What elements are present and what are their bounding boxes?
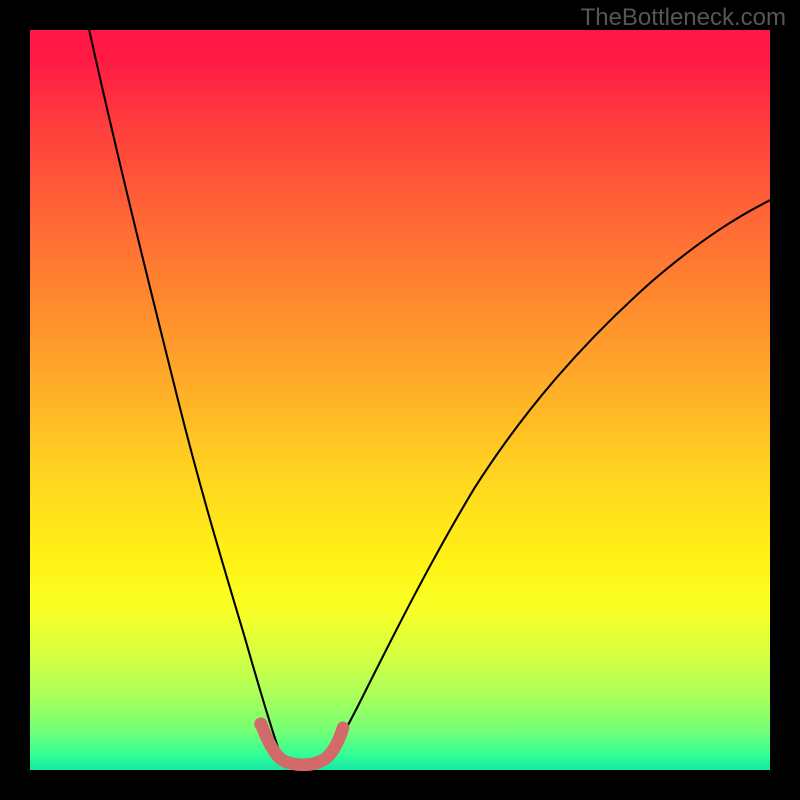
chart-frame: TheBottleneck.com	[0, 0, 800, 800]
right-curve	[326, 200, 770, 759]
accent-valley	[262, 727, 343, 765]
watermark-text: TheBottleneck.com	[581, 4, 786, 32]
left-curve	[89, 30, 281, 759]
chart-svg	[30, 30, 770, 770]
